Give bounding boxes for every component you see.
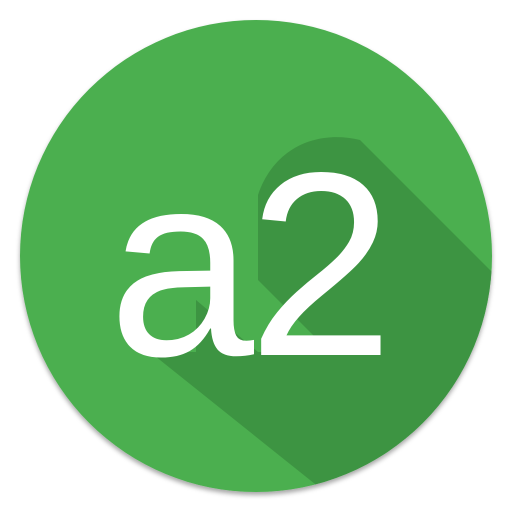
app-icon: a2 bbox=[0, 0, 512, 512]
logo-text: a2 bbox=[108, 118, 387, 411]
app-icon-graphic: a2 bbox=[20, 20, 492, 492]
